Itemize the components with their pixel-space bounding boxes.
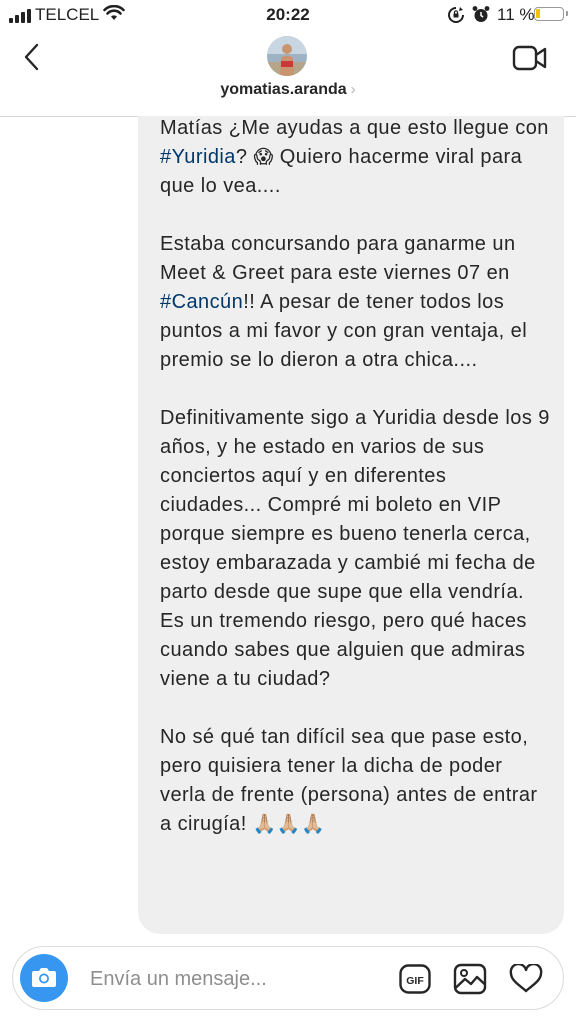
username-label[interactable]: yomatias.aranda <box>220 81 346 98</box>
praying-hands-emoji: 🙏🏼🙏🏼🙏🏼 <box>252 814 326 835</box>
message-paragraph-3: Definitivamente sigo a Yuridia desde los… <box>160 407 550 690</box>
message-input[interactable]: Envía un mensaje... <box>90 968 267 991</box>
chat-header: yomatias.aranda › <box>0 30 576 117</box>
rotation-lock-icon <box>447 6 465 29</box>
hashtag-link[interactable]: #Yuridia <box>160 146 236 168</box>
message-paragraph-1: Matías ¿Me ayudas a que esto llegue con … <box>160 117 549 197</box>
hashtag-link[interactable]: #Cancún <box>160 291 243 313</box>
camera-button[interactable] <box>20 954 68 1002</box>
message-text: Matías ¿Me ayudas a que esto llegue con … <box>160 116 550 868</box>
svg-text:GIF: GIF <box>406 975 424 987</box>
username-chevron-icon: › <box>350 81 356 98</box>
message-paragraph-2: Estaba concursando para ganarme un Meet … <box>160 233 528 371</box>
message-composer[interactable]: Envía un mensaje... GIF <box>12 946 564 1010</box>
photo-gallery-icon[interactable] <box>453 963 487 1000</box>
gif-icon[interactable]: GIF <box>399 964 431 999</box>
alarm-icon <box>472 5 490 29</box>
avatar[interactable] <box>267 36 307 76</box>
message-thread[interactable]: Matías ¿Me ayudas a que esto llegue con … <box>0 116 576 938</box>
back-chevron-icon[interactable] <box>22 42 42 77</box>
battery-icon <box>534 7 568 21</box>
camera-icon <box>32 968 56 987</box>
video-call-icon[interactable] <box>512 44 548 77</box>
screaming-face-emoji: 😱 <box>253 147 274 168</box>
message-paragraph-4: No sé qué tan difícil sea que pase esto,… <box>160 726 538 835</box>
status-bar: TELCEL 20:22 11 % <box>0 0 576 30</box>
chat-username[interactable]: yomatias.aranda › <box>0 81 576 99</box>
battery-percent: 11 % <box>497 5 535 24</box>
heart-icon[interactable] <box>509 962 543 999</box>
